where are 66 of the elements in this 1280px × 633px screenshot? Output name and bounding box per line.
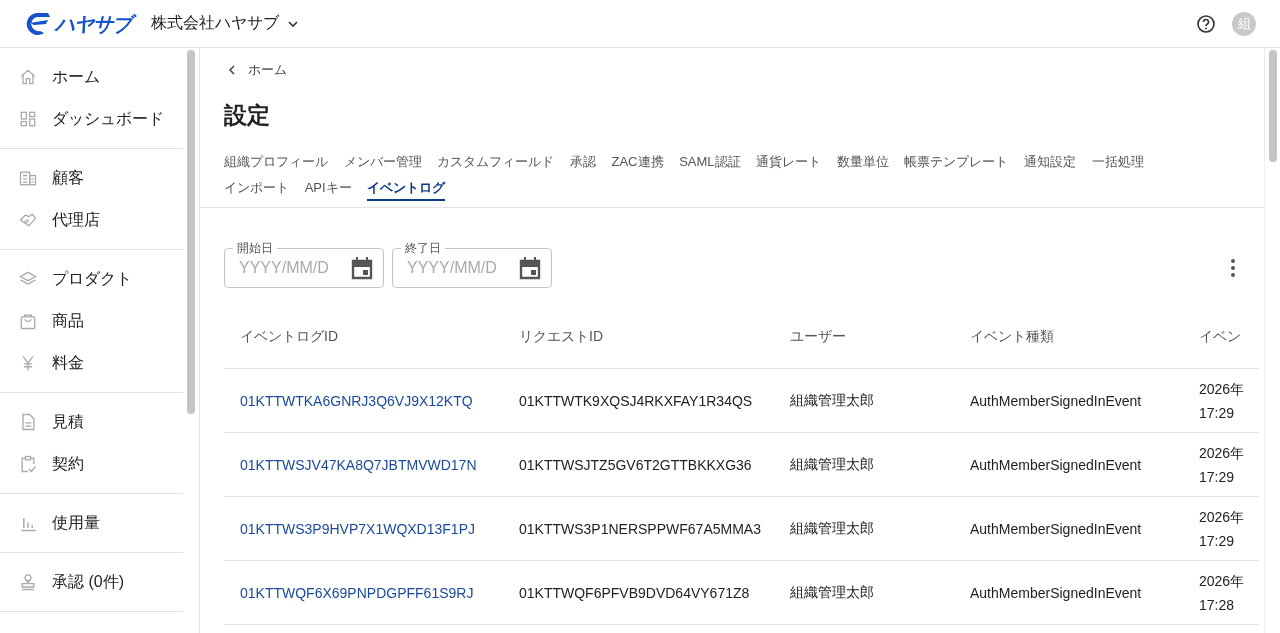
breadcrumb-link[interactable]: ホーム xyxy=(248,61,287,79)
scrollbar-thumb[interactable] xyxy=(187,50,196,414)
logo-text: ハヤサブ xyxy=(54,10,135,37)
settings-tab[interactable]: 組織プロフィール xyxy=(224,151,328,173)
settings-tab[interactable]: ZAC連携 xyxy=(611,151,664,173)
settings-tab[interactable]: 数量単位 xyxy=(836,151,889,173)
column-header: リクエストID xyxy=(503,306,774,369)
table-cell: AuthMemberSignedInEvent xyxy=(954,560,1183,625)
event-log-link[interactable]: 01KTTWQF6X69PNPDGPFF61S9RJ xyxy=(224,560,503,625)
event-log-link[interactable]: 01KTTWS3P9HVP7X1WQXD13F1PJ xyxy=(224,496,503,561)
table-cell: AuthMemberSignedInEvent xyxy=(954,368,1183,433)
event-log-link[interactable]: 01KTTWTKA6GNRJ3Q6VJ9X12KTQ xyxy=(224,368,503,433)
home-icon xyxy=(18,67,38,87)
dashboard-icon xyxy=(18,109,38,129)
table-cell: 組織管理太郎 xyxy=(774,432,954,497)
table-cell: 2026年 17:29 xyxy=(1183,368,1259,433)
sidebar-item[interactable]: 代理店 xyxy=(0,199,184,241)
calendar-icon[interactable] xyxy=(519,256,541,280)
settings-tab[interactable]: カスタムフィールド xyxy=(437,151,555,173)
table-cell: 2026年 17:28 xyxy=(1183,560,1259,625)
sidebar-item[interactable]: プロダクト xyxy=(0,258,184,300)
chevron-down-icon xyxy=(287,19,299,28)
sidebar-item[interactable]: 商品 xyxy=(0,300,184,342)
settings-tab[interactable]: SAML認証 xyxy=(679,151,741,173)
table-cell: 01KTTWS3P1NERSPPWF67A5MMA3 xyxy=(503,496,774,561)
table-cell: 組織管理太郎 xyxy=(774,368,954,433)
sidebar-item[interactable]: 契約 xyxy=(0,443,184,485)
settings-tab[interactable]: 帳票テンプレート xyxy=(904,151,1009,173)
table-cell: 01KTTWTK9XQSJ4RKXFAY1R34QS xyxy=(503,368,774,433)
field-label: 終了日 xyxy=(401,240,445,256)
settings-tab[interactable]: メンバー管理 xyxy=(343,151,422,173)
settings-tab[interactable]: 通知設定 xyxy=(1024,151,1077,173)
company-switcher[interactable]: 株式会社ハヤサブ xyxy=(151,13,299,34)
table-cell: AuthMemberSignedInEvent xyxy=(954,496,1183,561)
table-cell: 組織管理太郎 xyxy=(774,496,954,561)
sidebar-item[interactable]: 料金 xyxy=(0,342,184,384)
sidebar-item[interactable]: 承認 (0件) xyxy=(0,561,184,603)
settings-tab[interactable]: 一括処理 xyxy=(1091,151,1144,173)
help-icon[interactable] xyxy=(1196,13,1216,34)
settings-tab[interactable]: 承認 xyxy=(569,151,596,173)
table-cell: 組織管理太郎 xyxy=(774,560,954,625)
settings-tab[interactable]: イベントログ xyxy=(367,177,446,201)
table-cell: 01KTTWQF6PFVB9DVD64VY671Z8 xyxy=(503,560,774,625)
field-label: 開始日 xyxy=(233,240,277,256)
calendar-icon[interactable] xyxy=(351,256,373,280)
settings-tab[interactable]: APIキー xyxy=(304,177,352,199)
table-cell: AuthMemberSignedInEvent xyxy=(954,432,1183,497)
column-header: イベン xyxy=(1183,306,1259,369)
settings-tab[interactable]: インポート xyxy=(224,177,289,199)
table-cell: 01KTTWSJTZ5GV6T2GTTBKKXG36 xyxy=(503,432,774,497)
table-cell: 2026年 17:29 xyxy=(1183,496,1259,561)
more-options-icon[interactable] xyxy=(1230,258,1236,278)
sidebar-item[interactable]: 見積 xyxy=(0,401,184,443)
column-header: イベントログID xyxy=(224,306,503,369)
column-header: イベント種類 xyxy=(954,306,1183,369)
sidebar-item[interactable]: ダッシュボード xyxy=(0,98,184,140)
chevron-left-icon[interactable] xyxy=(228,65,236,75)
sidebar-item[interactable]: 顧客 xyxy=(0,157,184,199)
sidebar-item[interactable]: 使用量 xyxy=(0,502,184,544)
event-log-link[interactable]: 01KTTWSJV47KA8Q7JBTMVWD17N xyxy=(224,432,503,497)
scrollbar-thumb[interactable] xyxy=(1268,50,1277,162)
column-header: ユーザー xyxy=(774,306,954,369)
sidebar-item[interactable]: ホーム xyxy=(0,56,184,98)
page-title: 設定 xyxy=(224,101,271,130)
settings-tab[interactable]: 通貨レート xyxy=(756,151,822,173)
table-cell: 2026年 17:29 xyxy=(1183,432,1259,497)
